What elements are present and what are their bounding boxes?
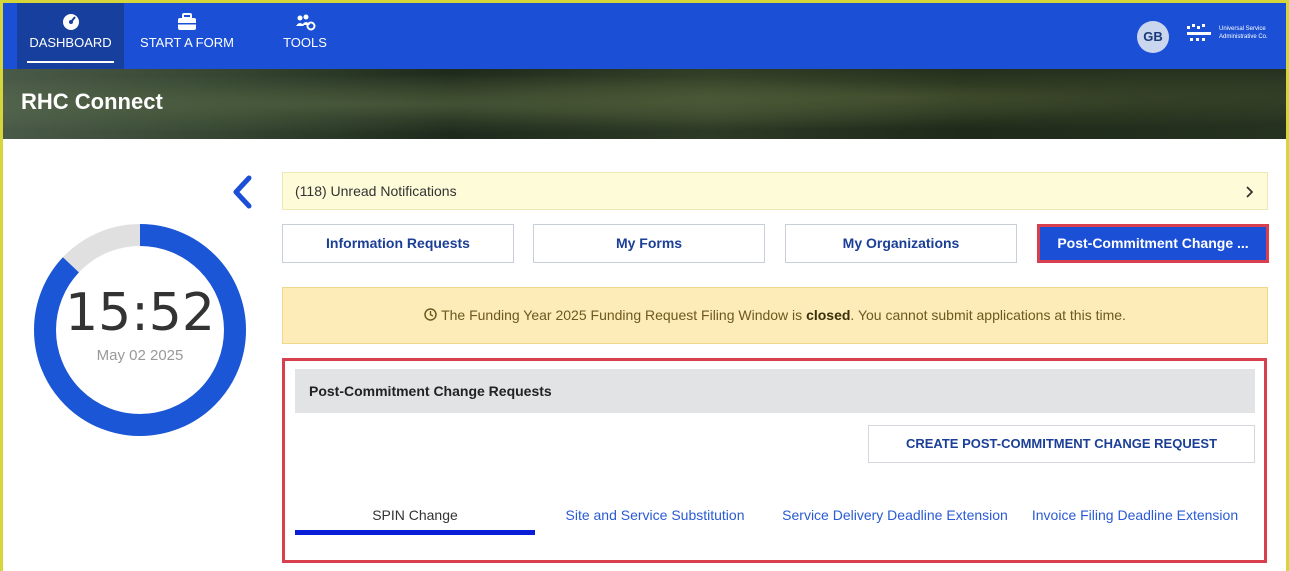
alert-text-suffix: . You cannot submit applications at this…: [850, 307, 1126, 323]
filing-window-alert: The Funding Year 2025 Funding Request Fi…: [282, 287, 1268, 344]
nav-dashboard-label: DASHBOARD: [29, 35, 112, 50]
usac-logo-text: Universal Service Administrative Co.: [1219, 26, 1268, 40]
usac-logo: Universal Service Administrative Co.: [1185, 23, 1280, 49]
panel-title: Post-Commitment Change Requests: [309, 383, 552, 399]
panel-header: Post-Commitment Change Requests: [295, 369, 1255, 413]
tab-post-commitment-change[interactable]: Post-Commitment Change ...: [1037, 224, 1269, 263]
nav-dashboard[interactable]: DASHBOARD: [17, 3, 124, 69]
create-post-commitment-change-request-button[interactable]: CREATE POST-COMMITMENT CHANGE REQUEST: [868, 425, 1255, 463]
active-subtab-underline: [295, 530, 535, 535]
subtab-service-delivery-deadline-extension[interactable]: Service Delivery Deadline Extension: [775, 506, 1015, 525]
nav-tools[interactable]: TOOLS: [270, 3, 340, 69]
post-commitment-change-panel: Post-Commitment Change Requests CREATE P…: [282, 358, 1267, 563]
alert-text-bold: closed: [806, 307, 851, 323]
chevron-right-icon: [1246, 186, 1253, 198]
clock-time: 15:52: [65, 283, 215, 343]
tab-my-organizations[interactable]: My Organizations: [785, 224, 1017, 263]
tab-my-forms[interactable]: My Forms: [533, 224, 765, 263]
chevron-left-icon[interactable]: [231, 175, 253, 209]
app-title: RHC Connect: [21, 89, 163, 114]
hero-banner: RHC Connect: [3, 69, 1286, 139]
nav-tools-label: TOOLS: [283, 35, 327, 50]
usac-logo-mark-icon: [1187, 24, 1211, 41]
app-frame: DASHBOARD START A FORM TOOLS GB Universa…: [0, 0, 1289, 571]
subtab-site-and-service-substitution[interactable]: Site and Service Substitution: [535, 506, 775, 525]
nav-start-a-form[interactable]: START A FORM: [131, 3, 243, 69]
clock-icon: [424, 308, 437, 321]
subtab-spin-change[interactable]: SPIN Change: [295, 506, 535, 525]
nav-start-a-form-label: START A FORM: [140, 35, 234, 50]
briefcase-icon: [178, 13, 196, 30]
dashboard-gauge-icon: [62, 14, 79, 30]
user-avatar[interactable]: GB: [1137, 21, 1169, 53]
clock-date: May 02 2025: [96, 347, 184, 364]
subtab-invoice-filing-deadline-extension[interactable]: Invoice Filing Deadline Extension: [1015, 506, 1255, 525]
alert-text-prefix: The Funding Year 2025 Funding Request Fi…: [441, 307, 807, 323]
users-cog-icon: [296, 14, 316, 31]
top-navigation-bar: DASHBOARD START A FORM TOOLS GB Universa…: [3, 3, 1286, 69]
unread-notifications-bar[interactable]: (118) Unread Notifications: [282, 172, 1268, 210]
notifications-label: (118) Unread Notifications: [295, 183, 457, 199]
tab-information-requests[interactable]: Information Requests: [282, 224, 514, 263]
active-nav-underline: [27, 61, 114, 63]
